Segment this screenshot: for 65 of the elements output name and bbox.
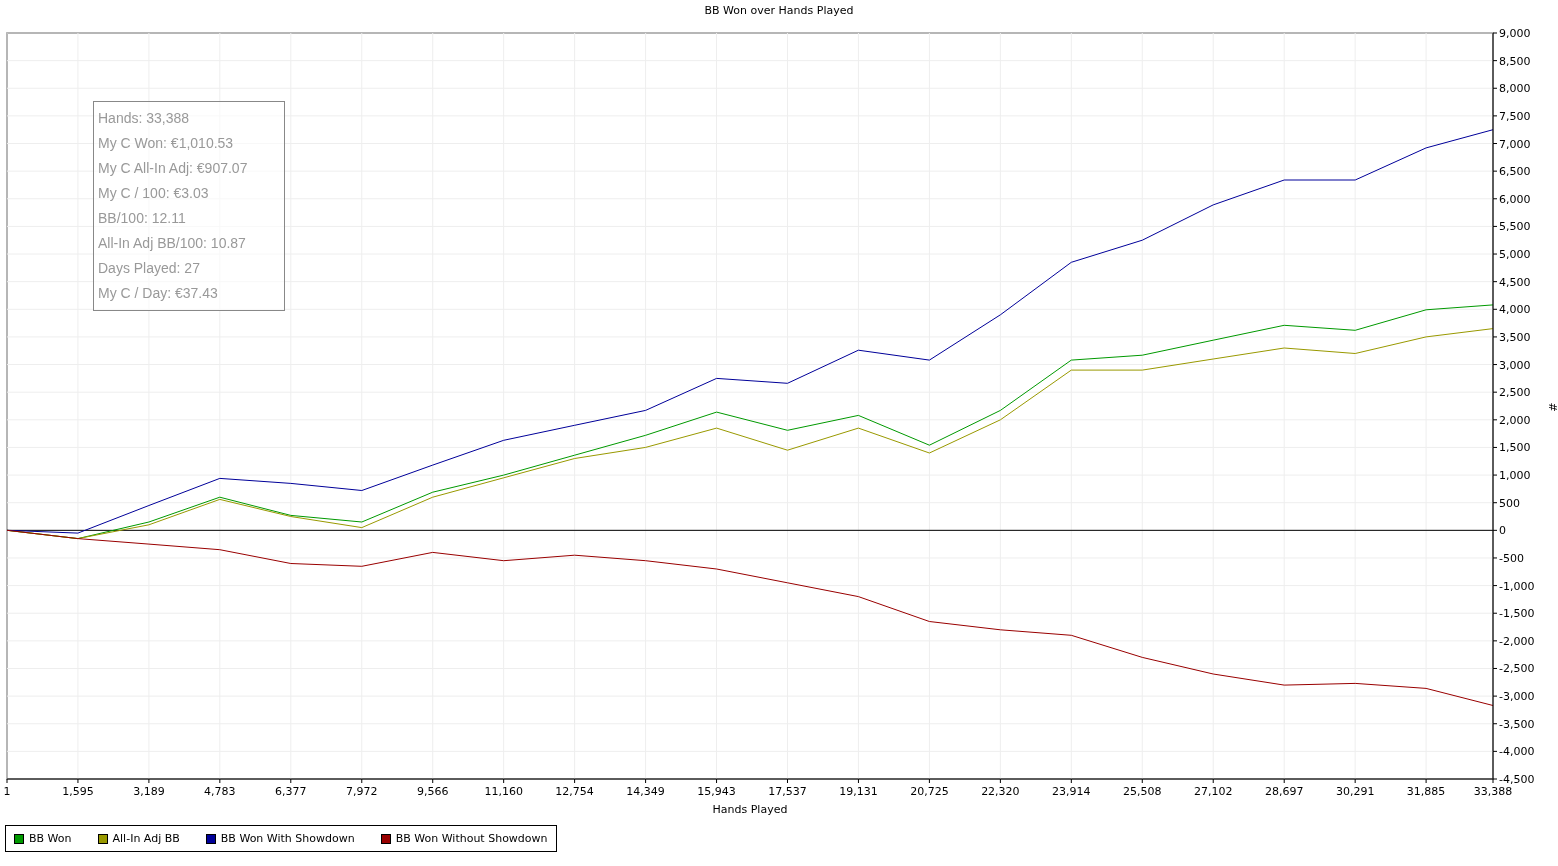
axis-tick-label: 9,566 <box>416 785 449 798</box>
axis-tick-label: 2,000 <box>1499 413 1531 427</box>
axis-tick-label: 19,131 <box>839 785 878 798</box>
axis-tick-label: 15,943 <box>697 785 736 798</box>
legend-label: BB Won With Showdown <box>220 832 355 845</box>
legend-label: BB Won <box>29 832 72 845</box>
axis-tick-label: -3,500 <box>1499 717 1535 731</box>
axis-tick-label: 0 <box>1499 524 1506 538</box>
legend-label: All-In Adj BB <box>112 832 180 845</box>
stats-line: My C Won: €1,010.53 <box>98 134 235 153</box>
axis-tick-label: 6,000 <box>1499 192 1531 206</box>
axis-tick-label: 5,500 <box>1499 220 1531 234</box>
axis-tick-label: -500 <box>1499 551 1524 565</box>
axis-tick-label: 7,500 <box>1499 109 1531 123</box>
axis-tick-label: 4,783 <box>204 785 236 798</box>
stats-line: My C / 100: €3.03 <box>98 184 210 203</box>
axis-tick-label: 23,914 <box>1052 785 1091 798</box>
axis-tick-label: 8,500 <box>1499 54 1531 68</box>
axis-tick-label: 8,000 <box>1499 82 1531 96</box>
axis-tick-label: 28,697 <box>1264 785 1304 798</box>
chart-title: BB Won over Hands Played <box>704 4 854 19</box>
axis-tick-label: -1,500 <box>1499 607 1535 621</box>
axis-tick-label: -1,000 <box>1499 579 1535 593</box>
legend-label: BB Won Without Showdown <box>395 832 548 845</box>
axis-title: # <box>1546 402 1558 412</box>
axis-tick-label: 1 <box>3 785 11 798</box>
axis-tick-label: -3,000 <box>1499 690 1535 704</box>
axis-tick-label: 30,291 <box>1335 785 1375 798</box>
axis-tick-label: 1,595 <box>62 785 94 798</box>
axis-tick-label: 3,189 <box>133 785 165 798</box>
axis-tick-label: 5,000 <box>1499 248 1531 262</box>
stats-line: BB/100: 12.11 <box>98 209 187 228</box>
axis-tick-label: 17,537 <box>768 785 807 798</box>
axis-title: Hands Played <box>712 803 788 816</box>
axis-tick-label: -2,000 <box>1499 634 1535 648</box>
axis-tick-label: 6,377 <box>275 785 307 798</box>
axis-tick-label: 2,500 <box>1499 386 1531 400</box>
axis-tick-label: 3,500 <box>1499 330 1531 344</box>
axis-tick-label: 4,000 <box>1499 303 1531 317</box>
axis-tick-label: -4,500 <box>1499 773 1535 786</box>
axis-tick-label: 11,160 <box>484 785 523 798</box>
axis-tick-label: 3,000 <box>1499 358 1531 372</box>
stats-line: My C / Day: €37.43 <box>98 284 219 303</box>
stats-line: All-In Adj BB/100: 10.87 <box>98 234 247 253</box>
axis-tick-label: 27,102 <box>1193 785 1233 798</box>
axis-tick-label: 1,500 <box>1499 441 1531 455</box>
stats-line: Hands: 33,388 <box>98 109 191 128</box>
axis-tick-label: 33,388 <box>1473 785 1513 798</box>
axis-tick-label: 7,000 <box>1499 137 1531 151</box>
axis-tick-label: 500 <box>1499 496 1520 510</box>
axis-tick-label: -4,000 <box>1499 745 1535 759</box>
stats-line: Days Played: 27 <box>98 259 201 278</box>
axis-tick-label: 20,725 <box>910 785 949 798</box>
axis-tick-label: 7,972 <box>346 785 378 798</box>
axis-tick-label: 22,320 <box>981 785 1020 798</box>
axis-tick-label: 12,754 <box>555 785 594 798</box>
axis-tick-label: 1,000 <box>1499 469 1531 483</box>
axis-tick-label: -2,500 <box>1499 662 1535 676</box>
axis-tick-label: 4,500 <box>1499 275 1531 289</box>
axis-tick-label: 31,885 <box>1406 785 1446 798</box>
axis-tick-label: 14,349 <box>626 785 665 798</box>
stats-line: My C All-In Adj: €907.07 <box>98 159 249 178</box>
axis-tick-label: 25,508 <box>1123 785 1162 798</box>
axis-tick-label: 6,500 <box>1499 165 1531 179</box>
axis-tick-label: 9,000 <box>1499 27 1531 40</box>
